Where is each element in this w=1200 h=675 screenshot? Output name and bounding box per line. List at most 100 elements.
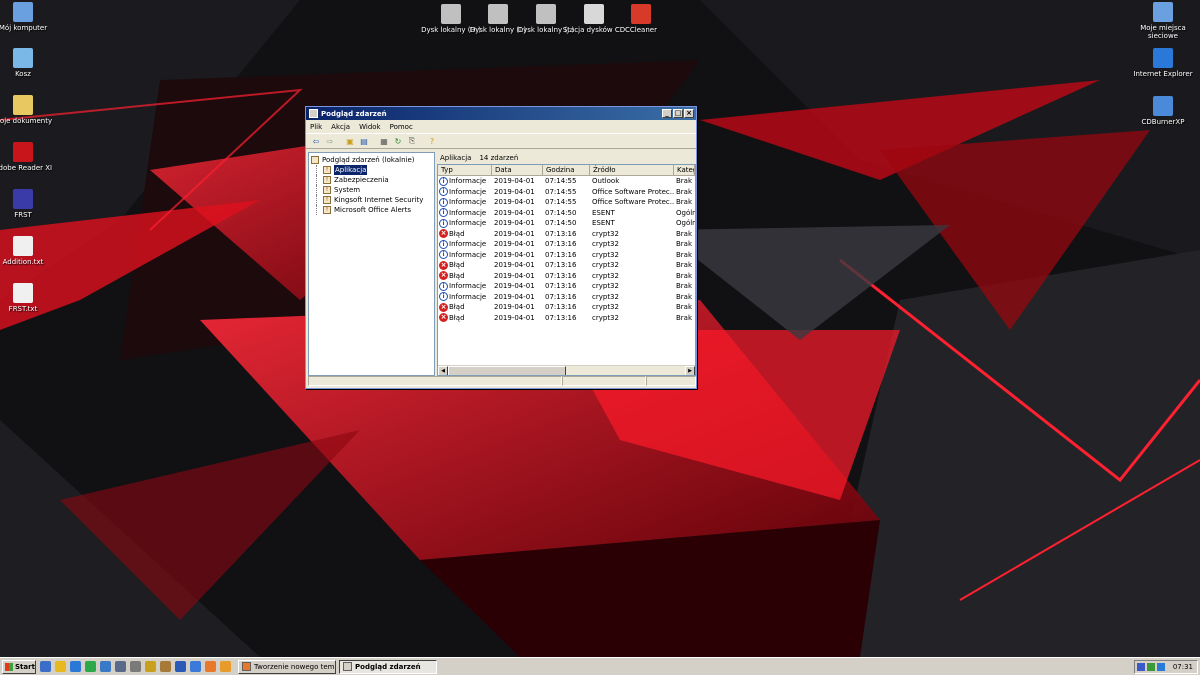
show-desktop-icon[interactable] (40, 661, 51, 672)
hard-drive-icon (441, 4, 461, 24)
table-row[interactable]: i Informacje 2019-04-01 07:14:55 Outlook Brak (438, 176, 695, 187)
horizontal-scrollbar[interactable]: ◀ ▶ (438, 365, 695, 375)
table-row[interactable]: iInformacje2019-04-01 07:14:50 ESENT Ogólne (438, 208, 695, 219)
cell-time: 07:14:50 (545, 208, 577, 217)
cell-category: Brak (676, 250, 693, 259)
menu-plik[interactable]: Plik (310, 123, 322, 131)
desktop-icon-label: Addition.txt (2, 258, 44, 266)
show-hide-tree-icon[interactable]: ▤ (358, 135, 370, 147)
desktop-icon-label: FRST.txt (8, 305, 38, 313)
table-row[interactable]: i Informacje 2019-04-01 07:14:55 Office Soft… (438, 187, 695, 198)
desktop-icon-0-left-icons[interactable]: Mój komputer (0, 2, 56, 32)
column-header-godzina[interactable]: Godzina (543, 165, 590, 175)
cell-type: i Informacje (438, 281, 492, 292)
desktop-icon-3-left-icons[interactable]: Adobe Reader XI (0, 142, 56, 172)
hard-drive-icon (488, 4, 508, 24)
desktop-icon-2-left-icons[interactable]: Moje dokumenty (0, 95, 56, 125)
firefox-icon[interactable] (205, 661, 216, 672)
outlook-icon[interactable] (190, 661, 201, 672)
cell-type: i Informacje (438, 176, 492, 187)
table-row[interactable]: i Informacje 2019-04-01 07:13:16 crypt32 Brak (438, 239, 695, 250)
cell-date: 2019-04-01 (494, 271, 535, 280)
tree-item-1[interactable]: ! Zabezpieczenia (311, 175, 432, 185)
list-log-name: Aplikacja (440, 154, 472, 162)
internet-explorer-icon[interactable] (70, 661, 81, 672)
list-title-bar: Aplikacja 14 zdarzeń (437, 152, 696, 164)
window-titlebar[interactable]: Podgląd zdarzeń _ □ × (306, 107, 696, 120)
desktop-icon-0-right-icons[interactable]: Moje miejsca sieciowe (1130, 2, 1196, 40)
tree-root[interactable]: Podgląd zdarzeń (lokalnie) (311, 155, 432, 165)
kingsoft-icon[interactable] (145, 661, 156, 672)
tree-item-3[interactable]: ! Kingsoft Internet Security (311, 195, 432, 205)
tree-item-0[interactable]: ! Aplikacja (311, 165, 432, 175)
tools-icon[interactable] (130, 661, 141, 672)
menu-pomoc[interactable]: Pomoc (390, 123, 413, 131)
export-list-icon[interactable]: ⎘ (406, 135, 418, 147)
cell-type: × Błąd (439, 229, 465, 239)
help-icon[interactable]: ? (426, 135, 438, 147)
network-icon[interactable] (1146, 663, 1155, 671)
checkmark-icon[interactable] (100, 661, 111, 672)
tree-item-4[interactable]: ! Microsoft Office Alerts (311, 205, 432, 215)
winamp-icon[interactable] (160, 661, 171, 672)
wireless-icon[interactable] (115, 661, 126, 672)
table-row[interactable]: i Informacje 2019-04-01 07:14:55 Office Soft… (438, 197, 695, 208)
table-row[interactable]: × Błąd 2019-04-01 07:13:16 crypt32 Brak (438, 229, 695, 240)
up-folder-icon[interactable]: ▣ (344, 135, 356, 147)
column-header-data[interactable]: Data (492, 165, 543, 175)
table-row[interactable]: × Błąd 2019-04-01 07:13:16 crypt32 Brak (438, 302, 695, 313)
cell-date: 2019-04-01 (494, 219, 535, 227)
fox-icon[interactable] (220, 661, 231, 672)
maximize-button[interactable]: □ (673, 109, 683, 118)
table-row[interactable]: i Informacje 2019-04-01 07:13:16 crypt32 Brak (438, 281, 695, 292)
close-button[interactable]: × (684, 109, 694, 118)
tree-item-label: System (334, 186, 361, 194)
security-shield-icon[interactable] (1156, 663, 1165, 671)
task-buttons: Tworzenie nowego tema...Podgląd zdarzeń (235, 659, 437, 674)
cell-source: crypt32 (592, 282, 619, 290)
language-icon[interactable] (1136, 663, 1145, 671)
column-header-typ[interactable]: Typ (438, 165, 492, 175)
desktop-icon-2-right-icons[interactable]: CDBurnerXP (1130, 96, 1196, 126)
desktop-icon-1-left-icons[interactable]: Kosz (0, 48, 56, 78)
scroll-right-icon[interactable]: ▶ (685, 366, 695, 375)
desktop-icon-label: Adobe Reader XI (0, 164, 53, 172)
taskbar-task-0[interactable]: Tworzenie nowego tema... (238, 659, 336, 674)
menu-akcja[interactable]: Akcja (331, 123, 350, 131)
ccleaner-icon[interactable] (85, 661, 96, 672)
cell-date: 2019-04-01 (494, 229, 535, 238)
word-icon[interactable] (175, 661, 186, 672)
scroll-left-icon[interactable]: ◀ (438, 366, 448, 375)
browser-window-icon (242, 662, 251, 671)
refresh-icon[interactable]: ↻ (392, 135, 404, 147)
desktop-icon-label: Mój komputer (0, 24, 48, 32)
column-header-kategoria[interactable]: Kategoria (674, 165, 695, 175)
taskbar-task-1[interactable]: Podgląd zdarzeń (339, 659, 437, 674)
table-row[interactable]: × Błąd 2019-04-01 07:13:16 crypt32 Brak (438, 313, 695, 324)
tree-item-2[interactable]: ! System (311, 185, 432, 195)
table-row[interactable]: i Informacje 2019-04-01 07:13:16 crypt32 Brak (438, 292, 695, 303)
desktop-icon-4-left-icons[interactable]: FRST (0, 189, 56, 219)
clock[interactable]: 07:31 (1173, 663, 1193, 671)
start-button[interactable]: Start (2, 659, 36, 674)
table-row[interactable]: iInformacje2019-04-01 07:14:50 ESENT Ogólne (438, 218, 695, 229)
desktop-icon-1-right-icons[interactable]: Internet Explorer (1130, 48, 1196, 78)
minimize-button[interactable]: _ (662, 109, 672, 118)
desktop-icon-5-left-icons[interactable]: Addition.txt (0, 236, 56, 266)
back-arrow-icon[interactable]: ⇦ (310, 135, 322, 147)
cell-time: 07:14:55 (545, 198, 577, 206)
menu-widok[interactable]: Widok (359, 123, 381, 131)
table-row[interactable]: i Informacje 2019-04-01 07:13:16 crypt32 Brak (438, 250, 695, 261)
desktop-icon-4-top-icons[interactable]: CCleaner (608, 4, 674, 34)
properties-icon[interactable]: ▦ (378, 135, 390, 147)
event-viewer-window[interactable]: Podgląd zdarzeń _ □ × Plik Akcja Widok P… (305, 106, 697, 389)
table-row[interactable]: × Błąd 2019-04-01 07:13:16 crypt32 Brak (438, 260, 695, 271)
network-places-icon (1153, 2, 1173, 22)
chrome-icon[interactable] (55, 661, 66, 672)
column-header-zrodlo[interactable]: Źródło (590, 165, 674, 175)
table-row[interactable]: × Błąd 2019-04-01 07:13:16 crypt32 Brak (438, 271, 695, 282)
scroll-thumb[interactable] (448, 366, 566, 375)
desktop-icon-label: Internet Explorer (1133, 70, 1193, 78)
desktop-icon-6-left-icons[interactable]: FRST.txt (0, 283, 56, 313)
forward-arrow-icon[interactable]: ⇨ (324, 135, 336, 147)
